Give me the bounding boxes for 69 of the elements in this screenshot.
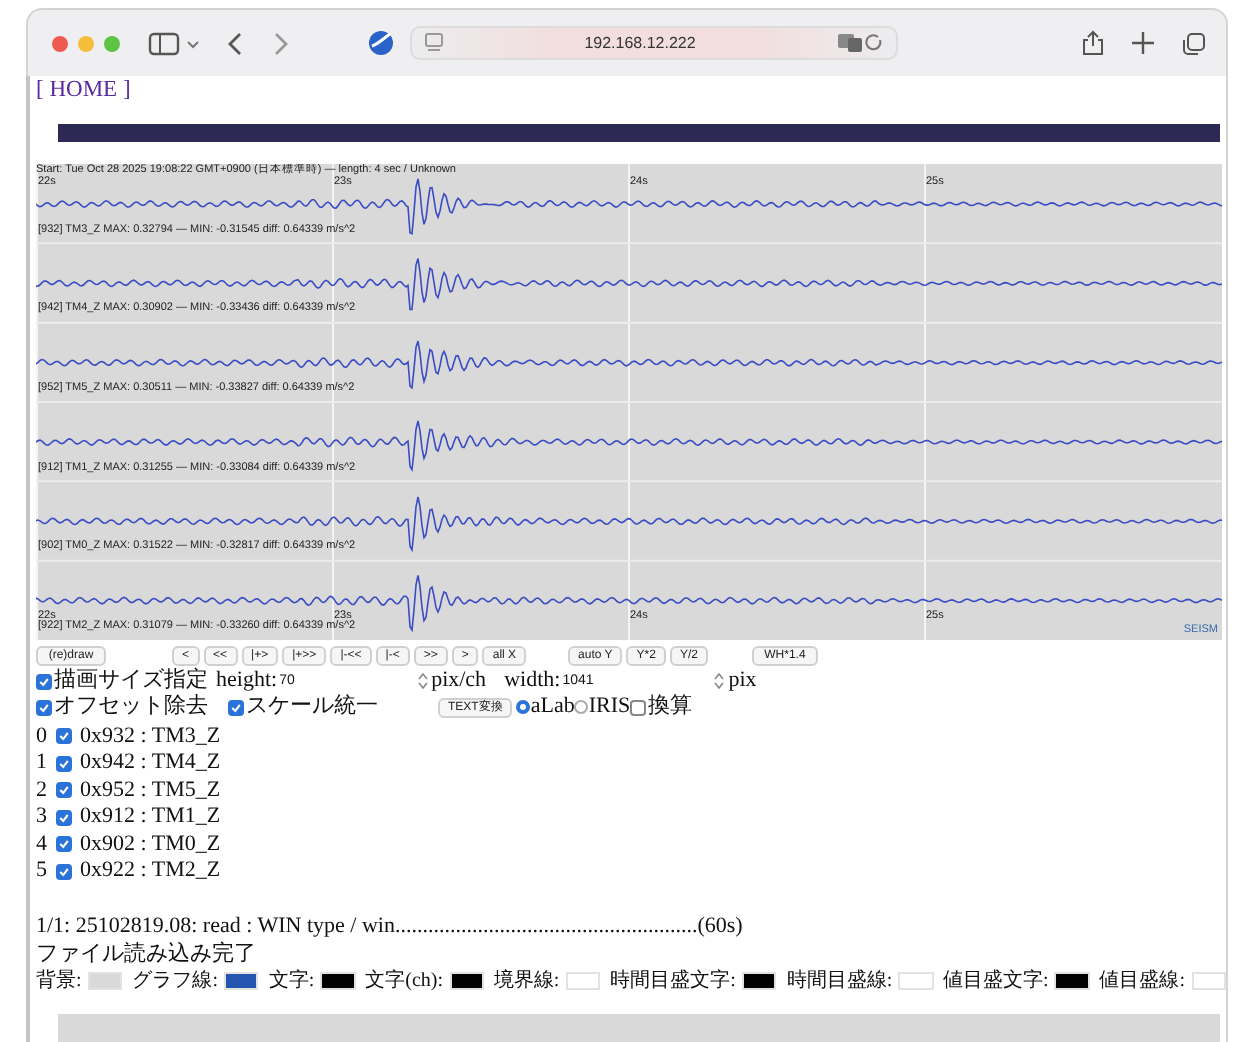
url-text: 192.168.12.222: [582, 34, 698, 52]
back-icon[interactable]: [228, 31, 244, 55]
share-icon[interactable]: [1082, 30, 1104, 56]
channel-index: 2: [36, 777, 49, 804]
radio-button[interactable]: [516, 700, 531, 715]
color-label: グラフ線:: [132, 967, 218, 994]
color-label: 値目盛文字:: [943, 967, 1049, 994]
color-swatch[interactable]: [741, 971, 777, 990]
channel-name: 0x932 : TM3_Z: [80, 723, 221, 750]
checkbox[interactable]: [56, 728, 72, 745]
status-text: 1/1: 25102819.08: read : WIN type / win.......................................................(60s): [36, 911, 745, 940]
forward-icon[interactable]: [272, 31, 288, 55]
checkbox[interactable]: [56, 755, 72, 772]
status-text: ファイル読み込み完了: [36, 939, 258, 968]
plus-icon[interactable]: [1132, 32, 1154, 54]
channel-name: 0x942 : TM4_Z: [80, 750, 221, 777]
channel-name: 0x912 : TM1_Z: [80, 804, 221, 831]
checkbox[interactable]: [56, 809, 72, 826]
radio-label: IRIS: [588, 694, 631, 721]
checkbox[interactable]: [56, 836, 72, 853]
page-icon: [424, 32, 444, 54]
unit-label: pix/ch: [431, 668, 487, 695]
channel-index: 0: [36, 723, 49, 750]
checkbox[interactable]: [56, 863, 72, 880]
spinner-icon[interactable]: [417, 672, 428, 691]
tabs-icon[interactable]: [1182, 31, 1206, 55]
address-bar[interactable]: 192.168.12.222: [410, 26, 898, 60]
color-swatch[interactable]: [898, 971, 934, 990]
channel-index: 3: [36, 804, 49, 831]
color-swatch[interactable]: [449, 971, 484, 990]
field-label: width:: [504, 668, 561, 695]
sidebar-icon[interactable]: [148, 31, 200, 55]
spinner-icon[interactable]: [714, 672, 725, 691]
color-swatch[interactable]: [320, 971, 356, 990]
site-icon: [368, 30, 394, 56]
checkbox-label: オフセット除去: [54, 694, 208, 721]
color-swatch[interactable]: [1191, 971, 1226, 990]
field-label: height:: [216, 668, 278, 695]
checkbox[interactable]: [228, 699, 244, 716]
color-label: 境界線:: [493, 967, 560, 994]
radio-button[interactable]: [574, 700, 589, 715]
color-swatch[interactable]: [87, 971, 123, 990]
color-swatch[interactable]: [565, 971, 601, 990]
channel-name: 0x902 : TM0_Z: [80, 831, 221, 858]
checkbox[interactable]: [56, 782, 72, 799]
checkbox-label: 描画サイズ指定: [54, 668, 208, 694]
channel-index: 1: [36, 750, 49, 777]
color-label: 時間目盛線:: [786, 967, 893, 994]
color-label: 時間目盛文字:: [610, 967, 736, 994]
checkbox[interactable]: [36, 673, 52, 690]
color-label: 値目盛線:: [1099, 967, 1186, 994]
checkbox[interactable]: [630, 699, 647, 716]
radio-label: aLab: [530, 694, 575, 721]
color-swatch[interactable]: [1054, 971, 1090, 990]
color-swatch[interactable]: [223, 971, 259, 990]
checkbox[interactable]: [36, 699, 52, 716]
channel-index: 4: [36, 831, 49, 858]
checkbox-label: 換算: [648, 694, 693, 721]
unit-label: pix: [728, 668, 757, 695]
color-label: 背景:: [36, 967, 82, 994]
color-label: 文字:: [268, 967, 315, 994]
channel-name: 0x922 : TM2_Z: [80, 858, 221, 885]
checkbox-label: スケール統一: [246, 694, 378, 721]
close-window-icon[interactable]: [52, 35, 68, 51]
home-link[interactable]: [ HOME ]: [36, 78, 131, 104]
translate-reload-icon[interactable]: [836, 32, 884, 54]
channel-index: 5: [36, 858, 49, 885]
channel-name: 0x952 : TM5_Z: [80, 777, 221, 804]
color-label: 文字(ch):: [365, 967, 443, 994]
